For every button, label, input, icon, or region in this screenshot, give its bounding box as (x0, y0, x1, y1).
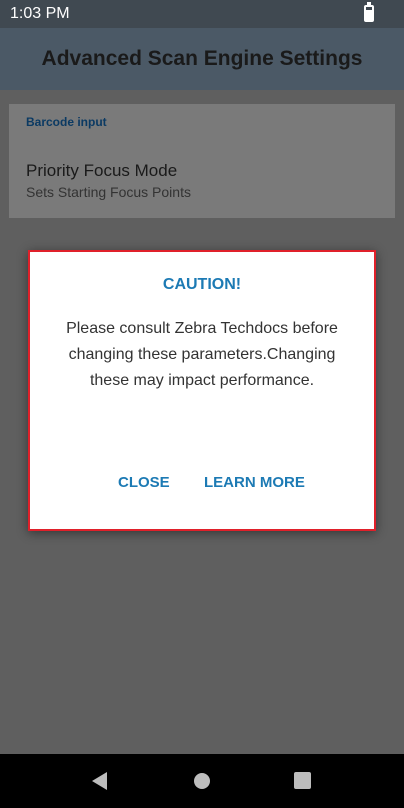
recents-square-icon[interactable] (294, 772, 311, 789)
dialog-message: Please consult Zebra Techdocs before cha… (66, 320, 338, 389)
page-title: Advanced Scan Engine Settings (41, 47, 363, 70)
dialog-title: CAUTION! (162, 276, 242, 293)
back-triangle-icon[interactable] (92, 772, 107, 790)
close-button[interactable]: CLOSE (116, 470, 172, 495)
preference-item-title: Priority Focus Mode (26, 161, 178, 180)
status-bar: 1:03 PM (0, 0, 404, 28)
home-circle-icon[interactable] (194, 773, 210, 789)
battery-charging-icon (364, 2, 374, 22)
learn-more-button[interactable]: LEARN MORE (202, 470, 307, 495)
status-time: 1:03 PM (10, 5, 70, 22)
caution-dialog: CAUTION! Please consult Zebra Techdocs b… (28, 250, 376, 531)
preference-item-summary: Sets Starting Focus Points (26, 184, 191, 200)
preference-card: Barcode input Priority Focus Mode Sets S… (9, 104, 395, 218)
app-bar: Advanced Scan Engine Settings (0, 28, 404, 90)
preference-category-label: Barcode input (26, 115, 107, 129)
navigation-bar (0, 754, 404, 808)
